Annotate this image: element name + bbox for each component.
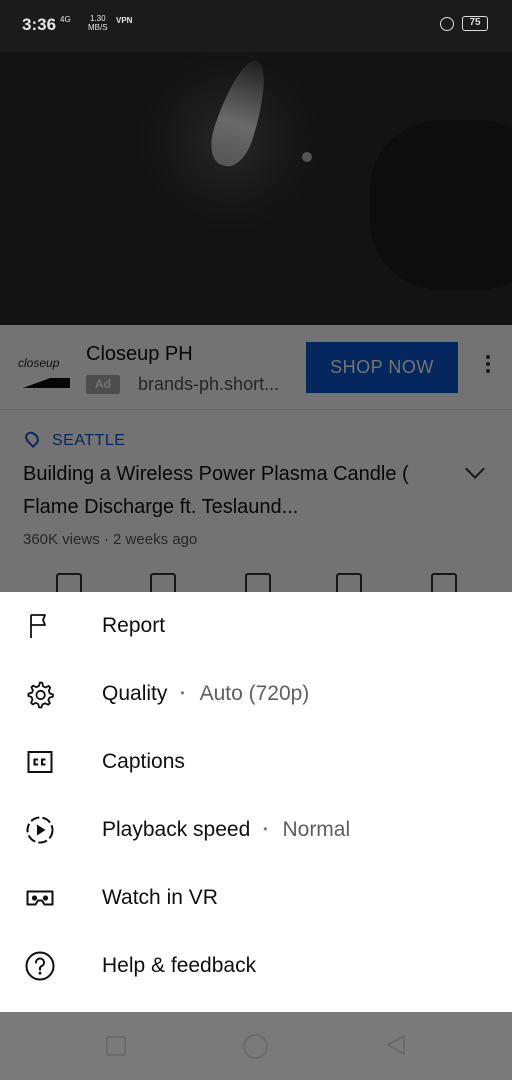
menu-label-quality: Quality • Auto (720p): [102, 682, 309, 706]
vpn-indicator: VPN: [116, 16, 133, 25]
menu-item-playback-speed[interactable]: Playback speed • Normal: [0, 796, 512, 864]
battery-indicator: 75: [462, 16, 488, 31]
ad-title[interactable]: Closeup PH: [86, 343, 193, 366]
separator-dot: •: [263, 822, 268, 836]
network-speed-value: 1.30: [89, 14, 106, 23]
advertiser-logo-text: closeup: [18, 356, 60, 370]
quality-label: Quality: [102, 682, 168, 705]
more-vert-icon[interactable]: [476, 352, 500, 382]
network-speed: 1.30 MB/S: [88, 14, 108, 32]
playback-speed-icon: [24, 814, 56, 846]
gear-icon: [24, 678, 56, 710]
playback-speed-label: Playback speed: [102, 818, 251, 841]
cc-icon: [24, 746, 56, 778]
more-options-sheet: Report Quality • Auto (720p) Captions Pl…: [0, 592, 512, 1012]
menu-item-captions[interactable]: Captions: [0, 728, 512, 796]
video-title[interactable]: Building a Wireless Power Plasma Candle …: [23, 458, 443, 524]
location-pin-icon: [22, 428, 42, 449]
network-indicator: 4G: [60, 15, 71, 24]
ad-domain[interactable]: brands-ph.short...: [138, 374, 279, 395]
vr-headset-icon: [24, 882, 56, 914]
advertiser-logo-mark: [18, 378, 70, 388]
back-icon[interactable]: [385, 1034, 407, 1056]
help-icon: [24, 950, 56, 982]
menu-label-watch-vr: Watch in VR: [102, 886, 218, 909]
menu-item-help-feedback[interactable]: Help & feedback: [0, 932, 512, 1000]
location-label: SEATTLE: [52, 432, 126, 449]
flag-icon: [24, 610, 56, 642]
location-link[interactable]: SEATTLE: [22, 428, 126, 450]
separator-dot: •: [180, 686, 185, 700]
menu-label-captions: Captions: [102, 750, 185, 773]
recents-icon[interactable]: [106, 1036, 126, 1056]
menu-item-quality[interactable]: Quality • Auto (720p): [0, 660, 512, 728]
menu-label-playback-speed: Playback speed • Normal: [102, 818, 350, 842]
menu-item-report[interactable]: Report: [0, 592, 512, 660]
video-spark: [302, 152, 312, 162]
menu-label-help-feedback: Help & feedback: [102, 954, 257, 977]
status-time: 3:36: [22, 15, 57, 34]
rotation-lock-icon: [440, 17, 454, 31]
video-hand-shape: [370, 120, 512, 290]
menu-label-report: Report: [102, 614, 166, 637]
advertiser-logo[interactable]: closeup: [18, 352, 70, 394]
ad-badge: Ad: [86, 375, 120, 394]
status-bar: 3:36 4G 1.30 MB/S VPN 75: [0, 0, 512, 52]
shop-now-button[interactable]: SHOP NOW: [306, 342, 458, 393]
network-speed-unit: MB/S: [88, 23, 108, 32]
home-icon[interactable]: [243, 1034, 268, 1059]
video-meta: 360K views · 2 weeks ago: [23, 531, 198, 548]
menu-item-watch-vr[interactable]: Watch in VR: [0, 864, 512, 932]
playback-speed-value: Normal: [282, 818, 351, 841]
quality-value: Auto (720p): [199, 682, 310, 705]
